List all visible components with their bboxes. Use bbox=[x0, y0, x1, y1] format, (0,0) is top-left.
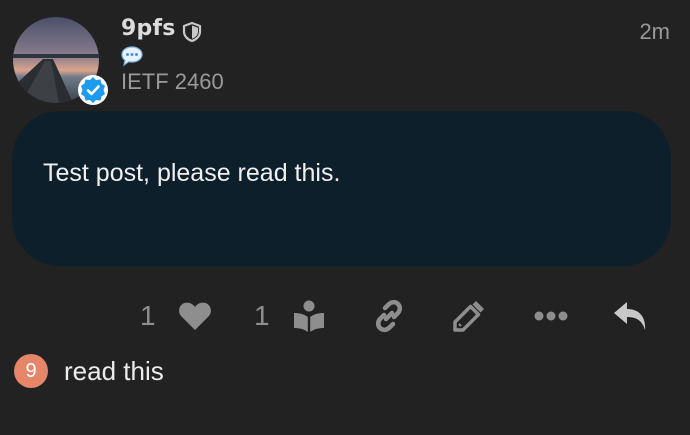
reply-preview[interactable]: 9 read this bbox=[14, 354, 164, 388]
reply-text: read this bbox=[64, 355, 164, 386]
post-actions: 1 1 bbox=[0, 294, 690, 340]
like-button[interactable]: 1 bbox=[140, 294, 212, 338]
post: 9pfs IETF 2460 2m Test post, please read… bbox=[0, 0, 690, 435]
read-count: 1 bbox=[254, 300, 270, 331]
reply-icon bbox=[614, 302, 646, 330]
username[interactable]: 9pfs bbox=[121, 16, 176, 41]
more-icon bbox=[534, 311, 568, 321]
share-link-button[interactable] bbox=[371, 294, 407, 338]
post-body-text: Test post, please read this. bbox=[43, 159, 341, 187]
more-button[interactable] bbox=[533, 294, 569, 338]
post-timestamp[interactable]: 2m bbox=[639, 19, 670, 45]
group-flair: IETF 2460 bbox=[121, 69, 224, 94]
verified-check-icon bbox=[78, 75, 108, 105]
reply-avatar: 9 bbox=[14, 354, 48, 388]
user-avatar[interactable] bbox=[13, 17, 108, 105]
pencil-icon bbox=[453, 301, 484, 332]
book-reader-icon bbox=[293, 300, 324, 332]
link-icon bbox=[375, 299, 403, 333]
speech-bubble-icon bbox=[121, 46, 143, 67]
post-body: Test post, please read this. bbox=[12, 111, 671, 266]
reply-button[interactable] bbox=[612, 294, 650, 338]
edit-button[interactable] bbox=[451, 294, 487, 338]
shield-icon bbox=[182, 21, 202, 43]
heart-icon bbox=[178, 302, 211, 330]
read-by-button[interactable]: 1 bbox=[254, 294, 326, 338]
like-count: 1 bbox=[140, 300, 156, 331]
